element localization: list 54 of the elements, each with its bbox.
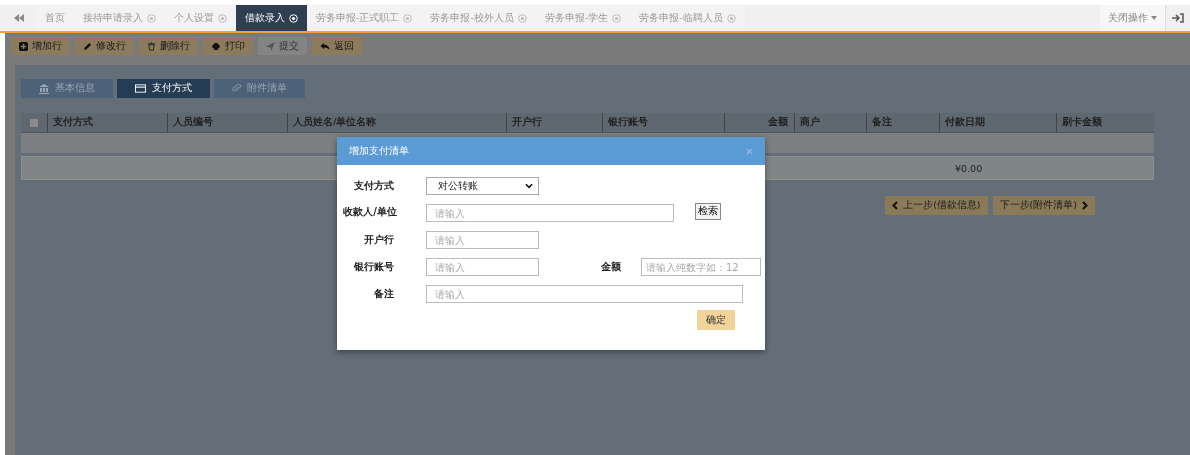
column-header: 备注: [866, 113, 939, 132]
column-header: 金额: [724, 113, 794, 132]
close-icon[interactable]: [746, 147, 753, 155]
chevron-down-icon: [525, 183, 533, 189]
plus-icon: [19, 41, 28, 51]
column-header: 开户行: [506, 113, 602, 132]
section-tab[interactable]: 支付方式: [117, 79, 210, 98]
field-label: 支付方式: [353, 180, 394, 192]
column-header: 人员编号: [167, 113, 287, 132]
column-header: 支付方式: [47, 113, 167, 132]
chevron-left-icon: [892, 201, 899, 210]
chevron-right-icon: [1082, 201, 1088, 210]
dialog-title: 增加支付清单: [349, 144, 409, 158]
field-label: 金额: [601, 260, 621, 274]
toolbar-button[interactable]: 打印: [203, 37, 253, 55]
step-button[interactable]: 上一步(借款信息): [885, 196, 988, 215]
step-button[interactable]: 下一步(附件清单): [992, 196, 1095, 215]
section-tab[interactable]: 基本信息: [21, 79, 113, 98]
trash-icon: [147, 41, 156, 51]
page-tab[interactable]: 借款录入: [236, 5, 307, 31]
select-all-checkbox[interactable]: [29, 117, 39, 128]
payment-method-select[interactable]: 对公转账: [426, 177, 539, 195]
payee-field[interactable]: 请输入: [426, 204, 674, 222]
toolbar-button[interactable]: 删除行: [139, 37, 198, 55]
section-tab[interactable]: 附件清单: [214, 79, 305, 98]
total-amount: ¥0.00: [954, 162, 984, 174]
toolbar-button[interactable]: 修改行: [75, 37, 134, 55]
remark-field[interactable]: 请输入: [426, 285, 743, 303]
scroll-left-icon[interactable]: [14, 14, 24, 22]
credit-card-icon: [135, 84, 146, 93]
logout-icon[interactable]: [1172, 13, 1184, 23]
column-header: 商户: [794, 113, 866, 132]
bank-field[interactable]: 请输入: [426, 231, 539, 249]
field-label: 备注: [373, 288, 394, 300]
caret-icon: [1151, 16, 1157, 20]
confirm-button[interactable]: 确定: [697, 310, 735, 330]
column-header: 付款日期: [939, 113, 1056, 132]
paperclip-icon: [232, 84, 241, 93]
column-header: 银行账号: [602, 113, 724, 132]
amount-field[interactable]: 请输入纯数字如：12: [641, 258, 761, 276]
column-header: 刷卡金额: [1056, 113, 1154, 132]
field-label: 收款人/单位: [342, 206, 397, 218]
field-label: 开户行: [363, 234, 394, 246]
close-menu[interactable]: 关闭操作: [1100, 5, 1166, 31]
toolbar-button[interactable]: 增加行: [11, 37, 70, 55]
paper-plane-icon: [266, 41, 275, 51]
reply-icon: [320, 41, 330, 51]
bank-icon: [39, 83, 49, 94]
column-header: 人员姓名/单位名称: [287, 113, 506, 132]
field-label: 银行账号: [353, 261, 394, 273]
account-field[interactable]: 请输入: [426, 258, 539, 276]
search-button[interactable]: 检索: [695, 203, 721, 220]
toolbar-button[interactable]: 返回: [312, 37, 362, 55]
pencil-icon: [83, 41, 92, 51]
